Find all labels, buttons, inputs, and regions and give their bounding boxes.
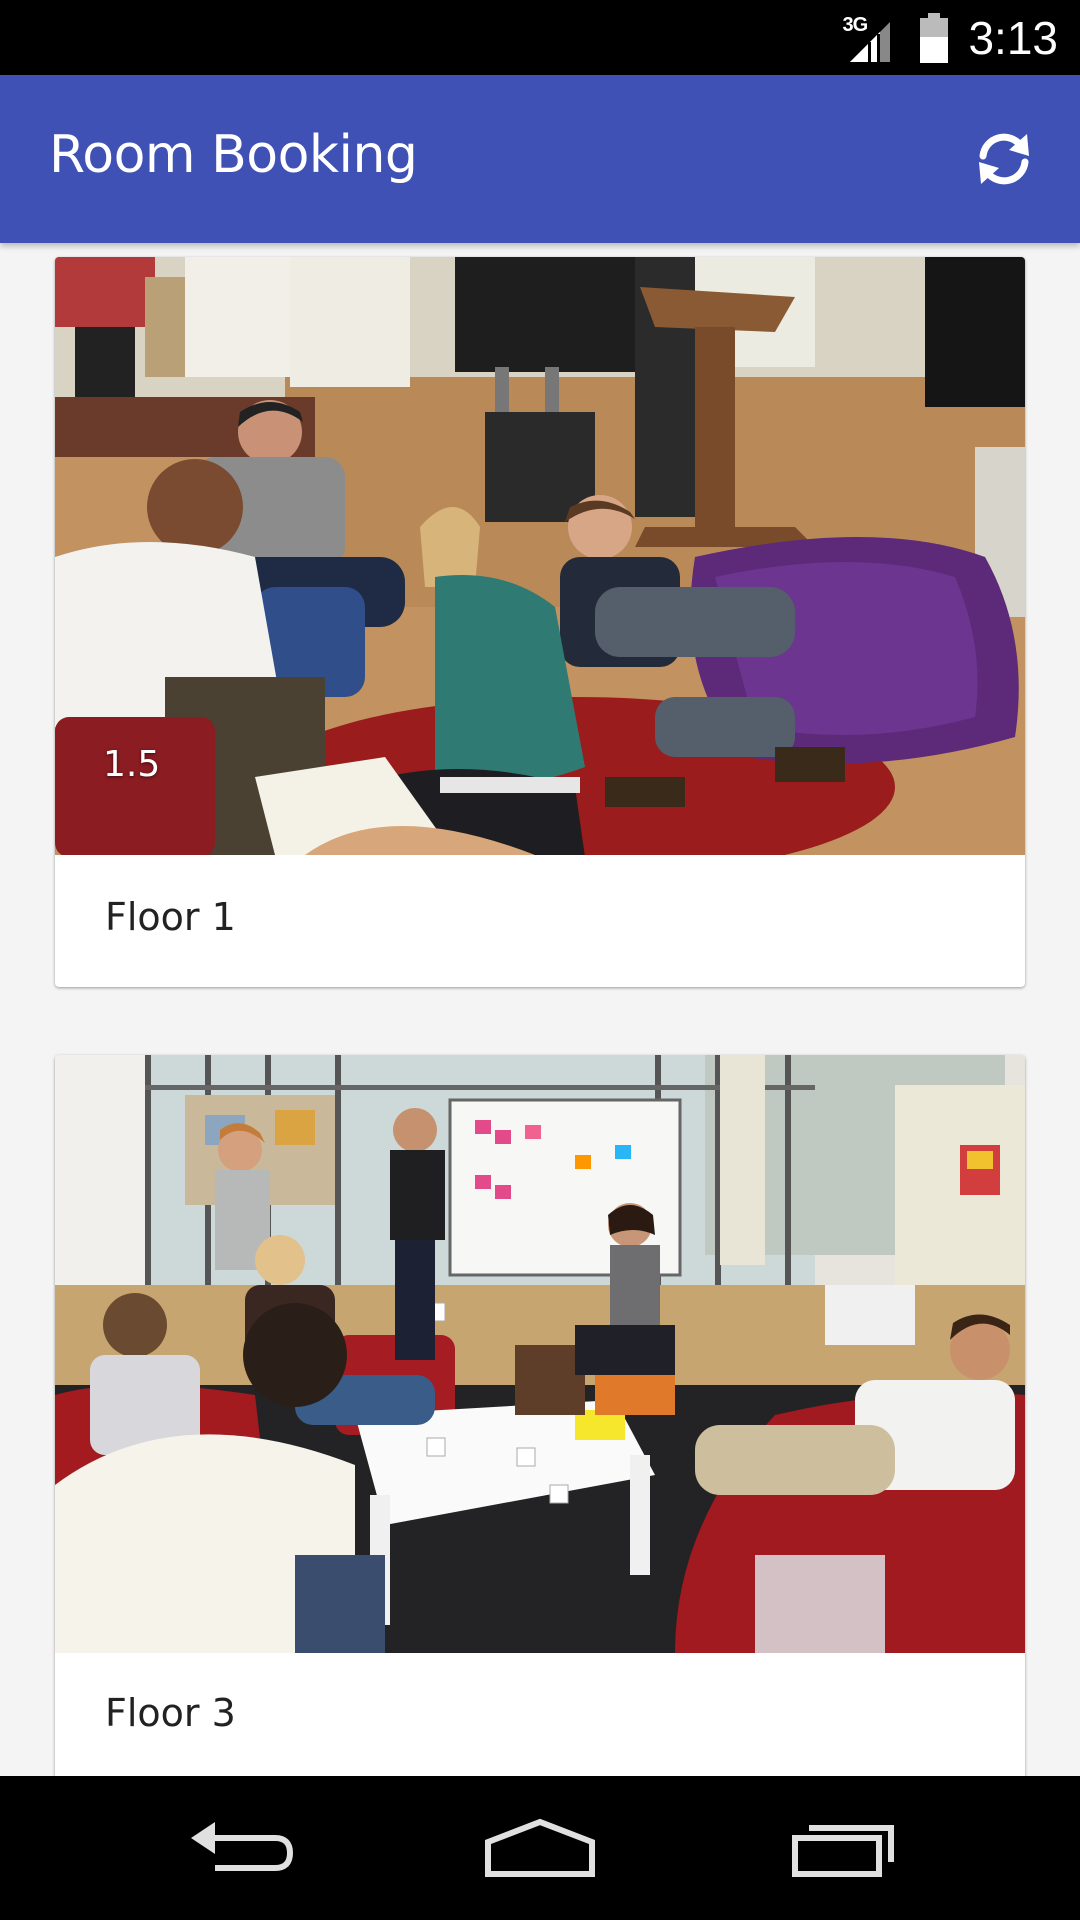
home-icon [485,1818,595,1877]
status-bar: 3G 3:13 [0,0,1080,75]
recents-button[interactable] [783,1806,903,1890]
network-type-label: 3G [842,14,868,36]
app-bar: Room Booking [0,75,1080,243]
floor-card[interactable]: 1.5 Floor 1 [55,257,1025,987]
floor-photo [55,1055,1025,1653]
navigation-bar [0,1776,1080,1920]
floor-card[interactable]: Floor 3 [55,1055,1025,1776]
room-capacity-label: 1.5 [103,744,161,785]
recents-icon [792,1825,894,1877]
floor-label: Floor 3 [105,1691,236,1735]
back-button[interactable] [180,1806,300,1890]
signal-icon: 3G [842,12,900,64]
status-icons: 3G 3:13 [842,8,1058,68]
screen: 3G 3:13 Room Booking 1.5 Floor 1 Floor 3 [0,0,1080,1920]
floor-label: Floor 1 [105,895,236,939]
status-clock: 3:13 [968,12,1058,64]
floor-photo: 1.5 [55,257,1025,855]
page-title: Room Booking [49,125,418,185]
refresh-icon [979,133,1029,185]
refresh-button[interactable] [966,121,1042,197]
back-icon [191,1822,294,1871]
battery-icon [918,13,950,63]
room-list[interactable]: 1.5 Floor 1 Floor 3 [0,243,1080,1776]
home-button[interactable] [480,1806,600,1890]
